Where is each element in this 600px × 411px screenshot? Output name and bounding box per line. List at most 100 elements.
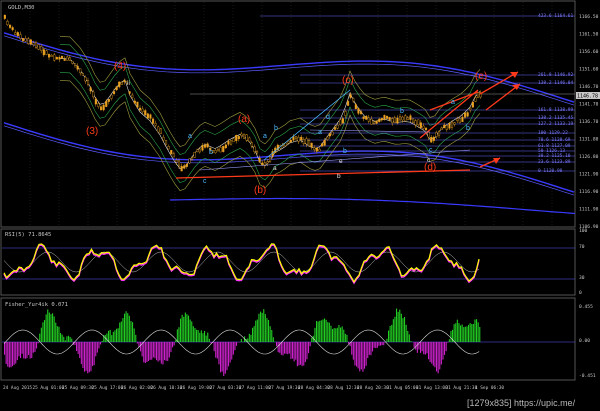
fisher-bar-up [397,311,399,342]
fisher-bar-down [77,342,79,354]
fisher-bar-up [476,319,478,342]
subwave-b2: b [274,125,278,132]
candle-body [180,165,183,172]
watermark: [1279x835] https://upic.me/ [467,398,576,408]
fisher-bar-down [288,342,290,354]
time-tick: 26 Aug 10:30 [151,385,183,391]
candle-body [360,111,363,114]
fisher-bar-up [466,326,468,342]
fisher-bar-up [272,337,274,342]
candle-body [227,141,230,145]
fisher-bar-up [188,315,190,342]
fisher-bar-up [128,315,130,342]
fisher-tick: -0.451 [579,373,596,379]
candle-body [357,108,360,114]
fisher-bar-down [224,342,226,374]
candle-body [63,58,66,61]
candle-body [40,46,43,51]
fib-label: 138.2 1146.04 [538,80,574,86]
fisher-bar-down [300,342,302,365]
candle-body [438,131,441,136]
fisher-bar-down [308,342,310,354]
candle-body [326,136,329,140]
fisher-bar-up [135,334,137,342]
candle-body [107,99,110,102]
fib-label: 23.6 1123.89 [538,159,571,165]
fisher-bar-up [271,329,273,342]
fisher-bar-down [364,342,366,369]
fisher-bar-up [189,319,191,342]
fisher-bar-down [76,342,78,352]
fisher-bar-down [447,342,449,343]
fisher-bar-up [399,309,401,342]
fisher-bar-up [264,314,266,342]
candle-body [344,111,347,116]
fisher-bar-down [93,342,95,366]
candle-body [248,137,251,143]
fisher-tick: 0.00 [579,338,590,344]
candle-body [97,103,100,107]
fisher-bar-up [320,320,322,342]
candle-body [146,113,149,119]
fisher-bar-up [119,322,121,342]
fisher-bar-down [7,342,9,367]
subwave-b: b [209,149,213,156]
fisher-bar-up [333,328,335,342]
fisher-bar-up [68,335,70,342]
candle-body [151,118,155,124]
fisher-bar-down [359,342,361,372]
fisher-bar-down [360,342,362,370]
fisher-bar-down [437,342,439,374]
candle-body [115,86,118,91]
candle-body [458,118,461,123]
fisher-bar-up [336,327,338,342]
fisher-panel [0,297,576,381]
fisher-bar-up [117,328,119,342]
fisher-bar-up [396,308,398,342]
candle-body [380,118,383,121]
current-price-value: 1146.78 [577,94,598,100]
candle-body [14,32,17,36]
candle-body [448,122,451,129]
fisher-bar-up [456,319,458,342]
fisher-bar-down [170,342,172,353]
time-tick: 28 Aug 20:30 [357,385,389,391]
candle-body [253,146,256,152]
candle-body [453,122,456,125]
fisher-bar-down [352,342,354,360]
candle-body [373,121,376,124]
candle-body [102,104,105,111]
fisher-bar-up [394,316,396,342]
fisher-bar-up [191,321,193,342]
fisher-bar-down [151,342,153,360]
candle-body [203,144,207,148]
candle-body [474,97,477,102]
candle-body [136,101,139,108]
candle-body [131,94,134,98]
fib-label: 423.6 1164.61 [538,13,574,19]
fisher-bar-up [404,317,406,342]
subwave-c: c [203,178,207,185]
fisher-bar-up [132,322,134,342]
candle-body [29,39,32,45]
candle-body [79,68,82,74]
fisher-bar-down [284,342,286,354]
fisher-bar-up [322,319,324,342]
fisher-bar-up [410,341,412,342]
candle-body [383,115,386,120]
candle-body [422,125,425,129]
candle-body [401,116,404,121]
fisher-bar-down [423,342,425,355]
fib-label: 78.6 1128.69 [538,137,571,143]
fisher-bar-down [16,342,18,361]
fisher-bar-up [338,325,340,342]
fisher-bar-down [218,342,220,365]
candle-body [81,73,84,76]
fisher-bar-up [250,334,252,342]
fisher-bar-down [10,342,12,368]
fisher-bar-down [92,342,94,366]
candle-body [362,116,365,119]
fisher-bar-down [428,342,430,360]
candle-body [120,82,123,85]
rsi-tick: 0 [579,290,582,296]
